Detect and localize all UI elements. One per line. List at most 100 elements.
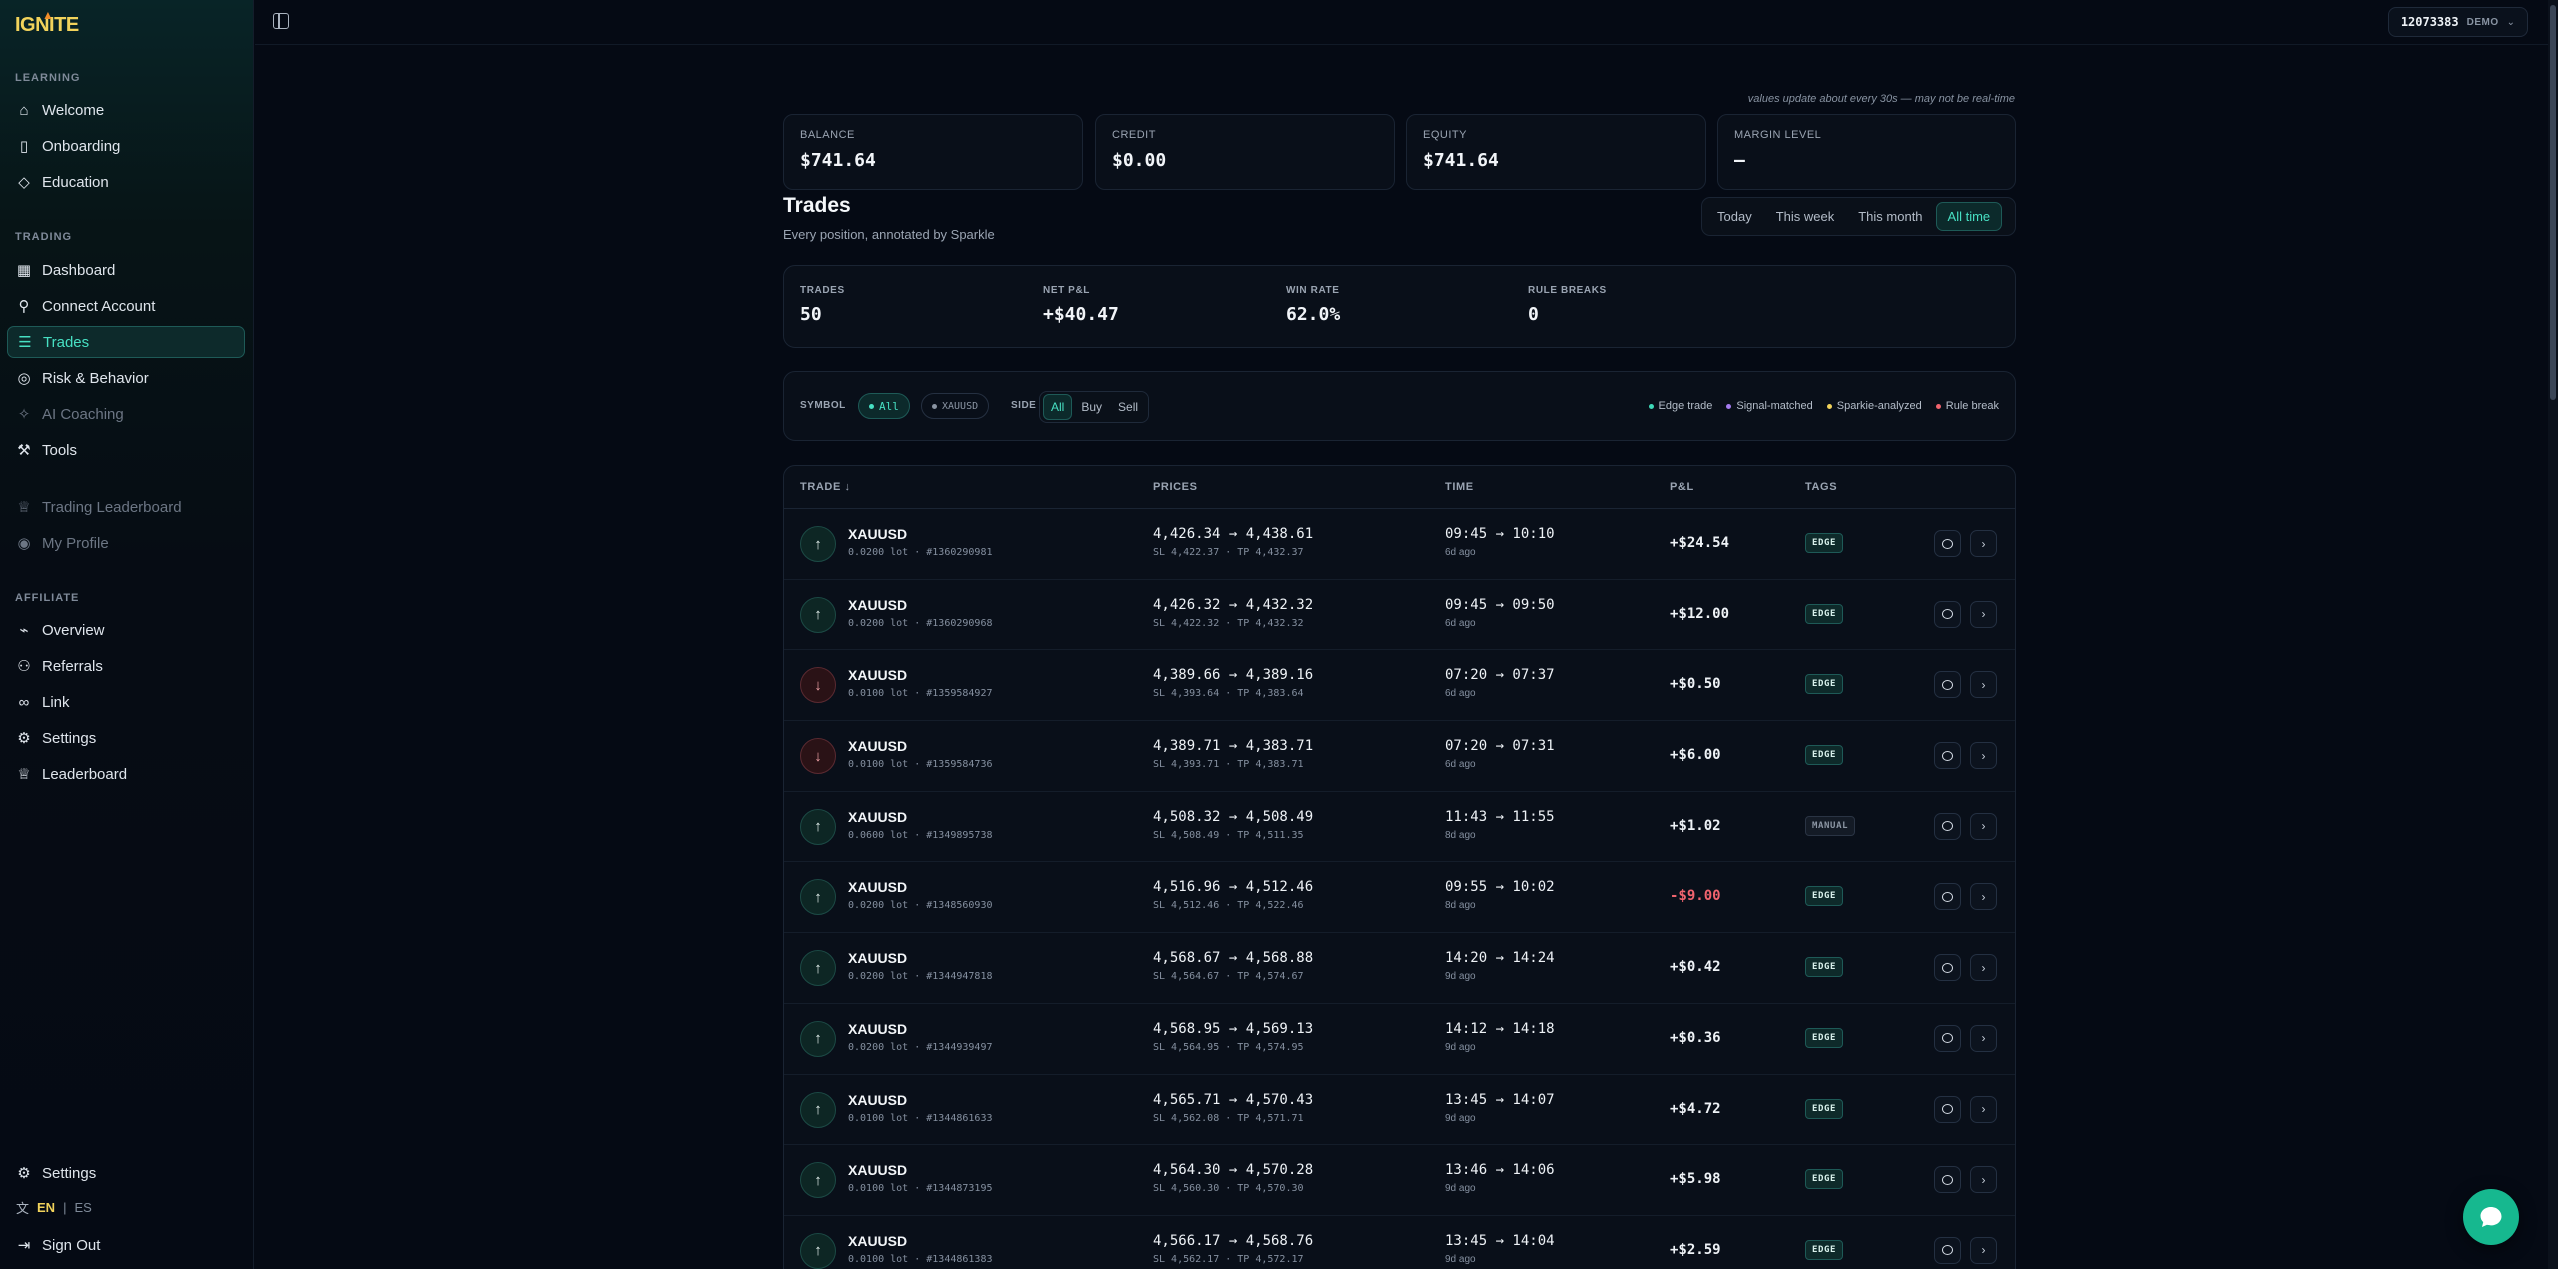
table-row[interactable]: ↑ XAUUSD 0.0200 lot · #1348560930 4,516.… xyxy=(784,862,2015,934)
legend-item: Sparkie-analyzed xyxy=(1826,400,1922,412)
open-trade-button[interactable]: › xyxy=(1970,671,1997,699)
arrow-up-icon: ↑ xyxy=(800,1232,836,1269)
range-tab-this-week[interactable]: This week xyxy=(1765,202,1846,231)
sidebar-item-link[interactable]: ∞ Link xyxy=(7,686,245,718)
sidebar-item-label: AI Coaching xyxy=(42,405,124,423)
table-row[interactable]: ↑ XAUUSD 0.0100 lot · #1344861383 4,566.… xyxy=(784,1216,2015,1269)
comment-button[interactable] xyxy=(1934,1236,1961,1264)
sidebar-item-ai-coaching[interactable]: ✧ AI Coaching xyxy=(7,398,245,430)
open-trade-button[interactable]: › xyxy=(1970,883,1997,911)
sidebar-item-welcome[interactable]: ⌂ Welcome xyxy=(7,94,245,126)
sidebar-item-trading-leaderboard[interactable]: ♕ Trading Leaderboard xyxy=(7,491,245,523)
trade-age: 8d ago xyxy=(1445,829,1476,841)
scrollbar-thumb[interactable] xyxy=(2550,5,2556,400)
symbol-chip-xauusd[interactable]: XAUUSD xyxy=(921,393,990,419)
language-switcher: 文 EN | ES xyxy=(16,1198,92,1217)
account-selector[interactable]: 12073383 DEMO ⌄ xyxy=(2387,7,2528,37)
comment-button[interactable] xyxy=(1934,530,1961,557)
sidebar-item-risk-behavior[interactable]: ◎ Risk & Behavior xyxy=(7,362,245,394)
table-row[interactable]: ↓ XAUUSD 0.0100 lot · #1359584927 4,389.… xyxy=(784,650,2015,722)
table-row[interactable]: ↑ XAUUSD 0.0100 lot · #1344873195 4,564.… xyxy=(784,1145,2015,1216)
column-header-trade[interactable]: TRADE ↓ xyxy=(800,481,851,493)
summary-value: 62.0% xyxy=(1286,304,1341,325)
page-scrollbar[interactable] xyxy=(2548,0,2558,1269)
table-row[interactable]: ↑ XAUUSD 0.0200 lot · #1344939497 4,568.… xyxy=(784,1004,2015,1075)
chat-bubble-icon xyxy=(1942,1104,1953,1114)
open-trade-button[interactable]: › xyxy=(1970,1236,1997,1264)
open-trade-button[interactable]: › xyxy=(1970,1166,1997,1194)
trade-time: 07:20 → 07:31 xyxy=(1445,738,1555,755)
sidebar-item-my-profile[interactable]: ◉ My Profile xyxy=(7,527,245,559)
trade-time: 13:46 → 14:06 xyxy=(1445,1162,1555,1179)
range-tab-all-time[interactable]: All time xyxy=(1935,202,2003,231)
trade-pnl: +$0.50 xyxy=(1670,676,1721,693)
comment-button[interactable] xyxy=(1934,1024,1961,1052)
open-trade-button[interactable]: › xyxy=(1970,530,1997,557)
comment-button[interactable] xyxy=(1934,1095,1961,1123)
table-row[interactable]: ↑ XAUUSD 0.0600 lot · #1349895738 4,508.… xyxy=(784,792,2015,863)
open-trade-button[interactable]: › xyxy=(1970,742,1997,770)
sidebar-item-label: Onboarding xyxy=(42,137,121,155)
sidebar-item-onboarding[interactable]: ▯ Onboarding xyxy=(7,130,245,162)
open-trade-button[interactable]: › xyxy=(1970,812,1997,840)
table-row[interactable]: ↑ XAUUSD 0.0200 lot · #1360290981 4,426.… xyxy=(784,509,2015,580)
range-tab-this-month[interactable]: This month xyxy=(1847,202,1933,231)
page-title: Trades xyxy=(783,194,851,217)
chat-button[interactable] xyxy=(2463,1189,2519,1245)
sidebar-item-referrals[interactable]: ⚇ Referrals xyxy=(7,650,245,682)
legend-item: Rule break xyxy=(1935,400,1999,412)
side-option-buy[interactable]: Buy xyxy=(1074,394,1109,420)
range-tab-today[interactable]: Today xyxy=(1706,202,1763,231)
sidebar-item-education[interactable]: ◇ Education xyxy=(7,166,245,198)
sidebar-item-dashboard[interactable]: ▦ Dashboard xyxy=(7,254,245,286)
open-trade-button[interactable]: › xyxy=(1970,1095,1997,1123)
section-learning: LEARNING xyxy=(15,72,81,84)
table-row[interactable]: ↑ XAUUSD 0.0100 lot · #1344861633 4,565.… xyxy=(784,1075,2015,1146)
open-trade-button[interactable]: › xyxy=(1970,600,1997,628)
comment-button[interactable] xyxy=(1934,1166,1961,1194)
open-trade-button[interactable]: › xyxy=(1970,954,1997,982)
sidebar-item-trades[interactable]: ☰ Trades xyxy=(7,326,245,358)
trade-tag: EDGE xyxy=(1805,745,1844,766)
trade-age: 9d ago xyxy=(1445,1112,1476,1124)
trade-symbol: XAUUSD xyxy=(848,526,908,542)
sidebar-item-settings-bottom[interactable]: ⚙ Settings xyxy=(7,1157,245,1189)
lang-es[interactable]: ES xyxy=(74,1200,91,1215)
comment-button[interactable] xyxy=(1934,600,1961,628)
summary-value: 0 xyxy=(1528,304,1539,325)
side-option-all[interactable]: All xyxy=(1043,394,1073,420)
comment-button[interactable] xyxy=(1934,812,1961,840)
chat-bubble-icon xyxy=(1942,1174,1953,1185)
column-header-tags: TAGS xyxy=(1805,481,1838,493)
table-row[interactable]: ↑ XAUUSD 0.0200 lot · #1344947818 4,568.… xyxy=(784,933,2015,1004)
sign-out-button[interactable]: ⇥ Sign Out xyxy=(7,1229,245,1261)
comment-button[interactable] xyxy=(1934,671,1961,699)
table-row[interactable]: ↓ XAUUSD 0.0100 lot · #1359584736 4,389.… xyxy=(784,721,2015,792)
comment-button[interactable] xyxy=(1934,954,1961,982)
table-row[interactable]: ↑ XAUUSD 0.0200 lot · #1360290968 4,426.… xyxy=(784,580,2015,651)
side-option-sell[interactable]: Sell xyxy=(1111,394,1145,420)
lang-en[interactable]: EN xyxy=(37,1200,55,1215)
comment-button[interactable] xyxy=(1934,883,1961,911)
stat-value: $741.64 xyxy=(800,150,876,171)
grid-icon: ▦ xyxy=(16,262,32,279)
summary-rule-breaks: RULE BREAKS 0 xyxy=(1528,285,1607,325)
sidebar-item-settings[interactable]: ⚙ Settings xyxy=(7,722,245,754)
sidebar-item-overview[interactable]: ⌁ Overview xyxy=(7,614,245,646)
sidebar-item-leaderboard[interactable]: ♕ Leaderboard xyxy=(7,758,245,790)
sidebar-item-tools[interactable]: ⚒ Tools xyxy=(7,434,245,466)
symbol-chip-all[interactable]: All xyxy=(858,393,910,419)
trade-tag: EDGE xyxy=(1805,957,1844,978)
trade-time: 14:20 → 14:24 xyxy=(1445,950,1555,967)
chat-bubble-icon xyxy=(1942,821,1953,832)
side-filter: All Buy Sell xyxy=(1039,391,1150,423)
open-trade-button[interactable]: › xyxy=(1970,1024,1997,1052)
side-filter-label: SIDE xyxy=(1011,400,1037,411)
trade-prices: 4,565.71 → 4,570.43 xyxy=(1153,1091,1314,1108)
sidebar-item-connect-account[interactable]: ⚲ Connect Account xyxy=(7,290,245,322)
table-header: TRADE ↓ PRICES TIME P&L TAGS xyxy=(784,466,2015,509)
sidebar-toggle-icon[interactable] xyxy=(273,13,289,29)
brand-logo[interactable]: ▲ IGNITE xyxy=(15,8,79,37)
trade-lot: 0.0100 lot · #1359584927 xyxy=(848,688,993,700)
comment-button[interactable] xyxy=(1934,742,1961,770)
